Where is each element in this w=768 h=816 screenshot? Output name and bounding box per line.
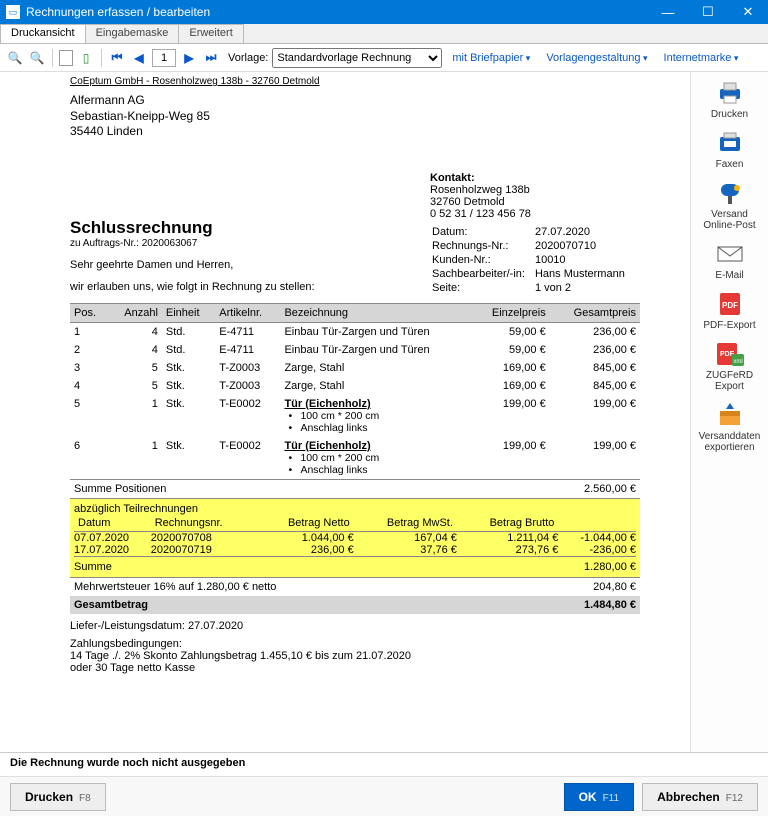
table-row: 61Stk.T-E0002Tür (Eichenholz)100 cm * 20… [70, 437, 640, 480]
recipient-address: Alfermann AG Sebastian-Kneipp-Weg 85 354… [70, 93, 682, 140]
mailbox-icon [715, 180, 745, 206]
view-tabs: Druckansicht Eingabemaske Erweitert [0, 24, 768, 44]
totals-block: Mehrwertsteuer 16% auf 1.280,00 € netto2… [70, 578, 640, 614]
sender-line: CoEptum GmbH - Rosenholzweg 138b - 32760… [70, 76, 682, 87]
close-button[interactable]: ✕ [728, 0, 768, 24]
template-select[interactable]: Standardvorlage Rechnung [272, 48, 442, 68]
page-fit-icon[interactable] [59, 50, 73, 66]
nav-next-icon[interactable]: ▶ [180, 49, 198, 67]
pdf-icon: PDF [715, 291, 745, 317]
document-meta: Kontakt: Rosenholzweg 138b 32760 Detmold… [430, 172, 635, 296]
rail-faxen[interactable]: Faxen [695, 130, 765, 170]
maximize-button[interactable]: ☐ [688, 0, 728, 24]
internetmarke-link[interactable]: Internetmarke [664, 52, 739, 64]
svg-text:PDF: PDF [722, 301, 738, 310]
tab-druckansicht[interactable]: Druckansicht [0, 24, 86, 43]
window-titlebar: ▭ Rechnungen erfassen / bearbeiten — ☐ ✕ [0, 0, 768, 24]
table-row: 51Stk.T-E0002Tür (Eichenholz)100 cm * 20… [70, 395, 640, 437]
abbrechen-button[interactable]: AbbrechenF12 [642, 783, 758, 811]
nav-prev-icon[interactable]: ◀ [130, 49, 148, 67]
table-row: 17.07.20202020070719236,00 €37,76 €273,7… [74, 544, 636, 557]
status-bar: Die Rechnung wurde noch nicht ausgegeben [0, 752, 768, 776]
vorlagengestaltung-link[interactable]: Vorlagengestaltung [546, 52, 647, 64]
zugferd-icon: PDFxml [715, 341, 745, 367]
action-rail: Drucken Faxen Versand Online-Post E-Mail… [690, 72, 768, 752]
tab-eingabemaske[interactable]: Eingabemaske [85, 24, 180, 43]
payment-terms: Zahlungsbedingungen: 14 Tage ./. 2% Skon… [70, 638, 682, 674]
tab-erweitert[interactable]: Erweitert [178, 24, 243, 43]
rail-drucken[interactable]: Drucken [695, 80, 765, 120]
rail-email[interactable]: E-Mail [695, 241, 765, 281]
dialog-buttons: DruckenF8 OKF11 AbbrechenF12 [0, 776, 768, 816]
rail-versand-online[interactable]: Versand Online-Post [695, 180, 765, 231]
table-row: 45Stk.T-Z0003Zarge, Stahl169,00 €845,00 … [70, 377, 640, 395]
svg-text:xml: xml [733, 359, 742, 365]
line-items-table: Pos. Anzahl Einheit Artikelnr. Bezeichnu… [70, 303, 640, 498]
table-row: 07.07.202020200707081.044,00 €167,04 €1.… [74, 531, 636, 544]
drucken-button[interactable]: DruckenF8 [10, 783, 106, 811]
briefpapier-link[interactable]: mit Briefpapier [452, 52, 530, 64]
nav-first-icon[interactable]: ⏮ [108, 49, 126, 67]
ok-button[interactable]: OKF11 [564, 783, 635, 811]
table-row: 35Stk.T-Z0003Zarge, Stahl169,00 €845,00 … [70, 359, 640, 377]
status-text: Die Rechnung wurde noch nicht ausgegeben [10, 757, 245, 769]
document-preview: CoEptum GmbH - Rosenholzweg 138b - 32760… [0, 72, 690, 752]
rail-pdf-export[interactable]: PDF PDF-Export [695, 291, 765, 331]
nav-last-icon[interactable]: ⏭ [202, 49, 220, 67]
page-number-input[interactable] [152, 49, 176, 67]
partial-invoices: abzüglich Teilrechnungen Datum Rechnungs… [70, 498, 640, 578]
delivery-date: Liefer-/Leistungsdatum: 27.07.2020 [70, 620, 682, 632]
fax-icon [715, 130, 745, 156]
export-box-icon [715, 402, 745, 428]
app-icon: ▭ [6, 5, 20, 19]
toolbar: 🔍 🔍 ▯ ⏮ ◀ ▶ ⏭ Vorlage: Standardvorlage R… [0, 44, 768, 72]
email-icon [715, 241, 745, 267]
zoom-in-icon[interactable]: 🔍 [28, 49, 46, 67]
table-row: 14Std.E-4711Einbau Tür-Zargen und Türen5… [70, 322, 640, 341]
printer-icon [715, 80, 745, 106]
window-title: Rechnungen erfassen / bearbeiten [26, 5, 210, 19]
template-label: Vorlage: [228, 52, 268, 64]
rail-versanddaten-exportieren[interactable]: Versanddaten exportieren [695, 402, 765, 453]
page-two-icon[interactable]: ▯ [77, 49, 95, 67]
table-row: 24Std.E-4711Einbau Tür-Zargen und Türen5… [70, 341, 640, 359]
rail-zugferd-export[interactable]: PDFxml ZUGFeRD Export [695, 341, 765, 392]
minimize-button[interactable]: — [648, 0, 688, 24]
zoom-out-icon[interactable]: 🔍 [6, 49, 24, 67]
